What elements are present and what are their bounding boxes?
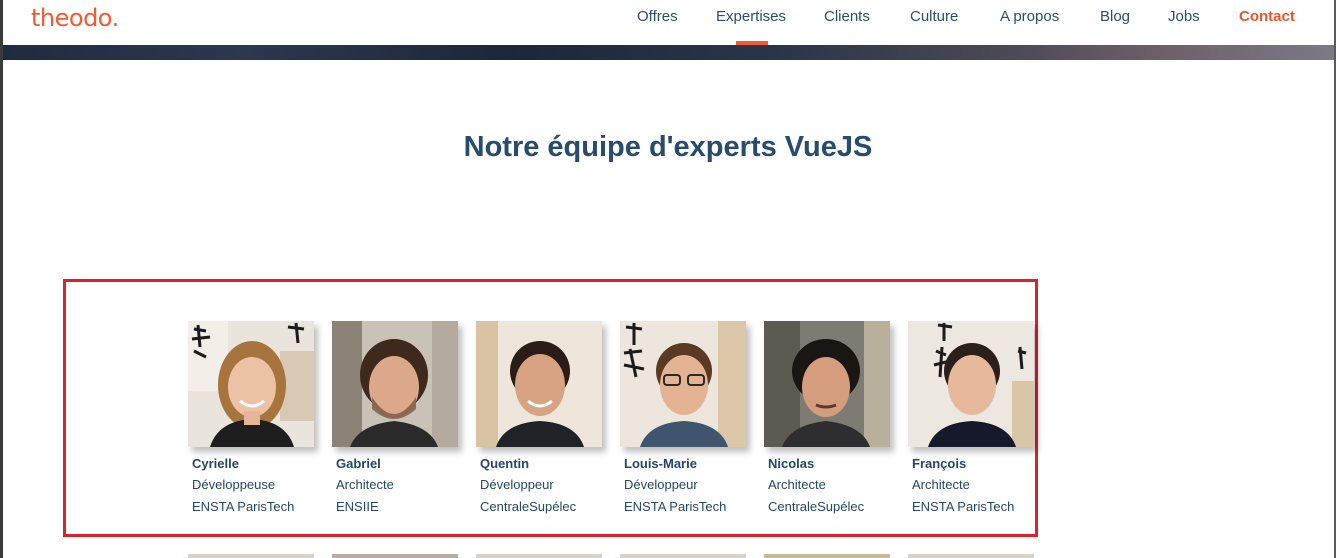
window-edge-left <box>0 0 3 558</box>
team-member-school: CentraleSupélec <box>768 499 865 514</box>
active-nav-indicator <box>736 41 768 45</box>
main-nav: Offres Expertises Clients Culture A prop… <box>3 0 1334 45</box>
team-member-name: Louis-Marie <box>624 456 697 471</box>
team-member-name: Nicolas <box>768 456 815 471</box>
team-photo-next-row <box>908 554 1034 558</box>
team-member-name: François <box>912 456 967 471</box>
team-member-school: ENSTA ParisTech <box>624 499 727 514</box>
team-member-name: Quentin <box>480 456 530 471</box>
team-photo-next-row <box>620 554 746 558</box>
nav-jobs[interactable]: Jobs <box>1168 8 1200 26</box>
team-member-school: ENSTA ParisTech <box>192 499 295 514</box>
nav-culture[interactable]: Culture <box>910 8 958 26</box>
nav-contact[interactable]: Contact <box>1239 8 1295 26</box>
team-photo-next-row <box>764 554 890 558</box>
team-member-role: Architecte <box>336 477 394 492</box>
team-photo <box>188 321 314 447</box>
nav-clients[interactable]: Clients <box>824 8 870 26</box>
nav-a-propos[interactable]: A propos <box>1000 8 1059 26</box>
team-photo-next-row <box>476 554 602 558</box>
team-member-school: CentraleSupélec <box>480 499 577 514</box>
section-title: Notre équipe d'experts VueJS <box>463 131 873 163</box>
team-member-role: Architecte <box>768 477 826 492</box>
team-photo-next-row <box>188 554 314 558</box>
team-member-role: Développeuse <box>192 477 276 492</box>
team-photo <box>332 321 458 447</box>
team-member-role: Développeur <box>624 477 698 492</box>
team-member-name: Gabriel <box>336 456 381 471</box>
team-member-school: ENSIIE <box>336 499 379 514</box>
team-photo <box>620 321 746 447</box>
team-member-role: Développeur <box>480 477 554 492</box>
nav-expertises[interactable]: Expertises <box>716 8 786 26</box>
team-member-school: ENSTA ParisTech <box>912 499 1015 514</box>
team-member-name: Cyrielle <box>192 456 239 471</box>
nav-blog[interactable]: Blog <box>1100 8 1130 26</box>
team-photo <box>908 321 1034 447</box>
site-header: theodo. Offres Expertises Clients Cultur… <box>3 0 1334 45</box>
team-photo-next-row <box>332 554 458 558</box>
team-photo <box>476 321 602 447</box>
team-member-role: Architecte <box>912 477 970 492</box>
team-photo <box>764 321 890 447</box>
nav-offres[interactable]: Offres <box>637 8 678 26</box>
